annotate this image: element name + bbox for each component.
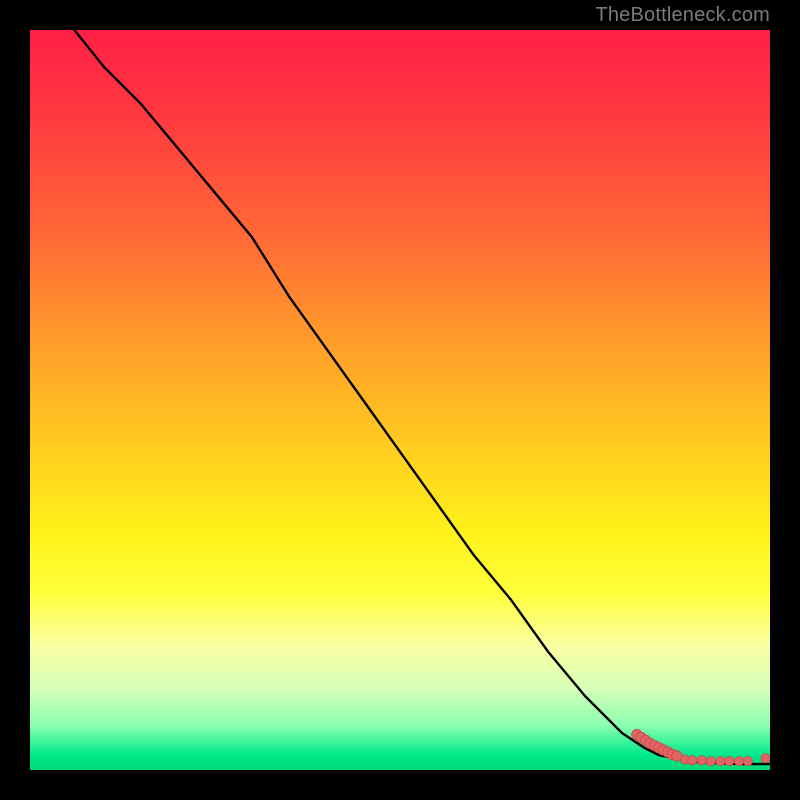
scatter-dot	[725, 757, 734, 766]
plot-area	[30, 30, 770, 770]
scatter-dot	[697, 756, 706, 765]
chart-overlay-svg	[30, 30, 770, 770]
scatter-dots	[632, 729, 770, 765]
scatter-dot	[716, 757, 725, 766]
scatter-dot	[688, 756, 697, 765]
scatter-dot	[743, 757, 752, 766]
scatter-dot	[706, 757, 715, 766]
scatter-dot	[734, 757, 743, 766]
scatter-dot	[761, 754, 770, 763]
bottleneck-curve	[74, 30, 770, 764]
chart-frame: TheBottleneck.com	[0, 0, 800, 800]
watermark-label: TheBottleneck.com	[595, 4, 770, 27]
